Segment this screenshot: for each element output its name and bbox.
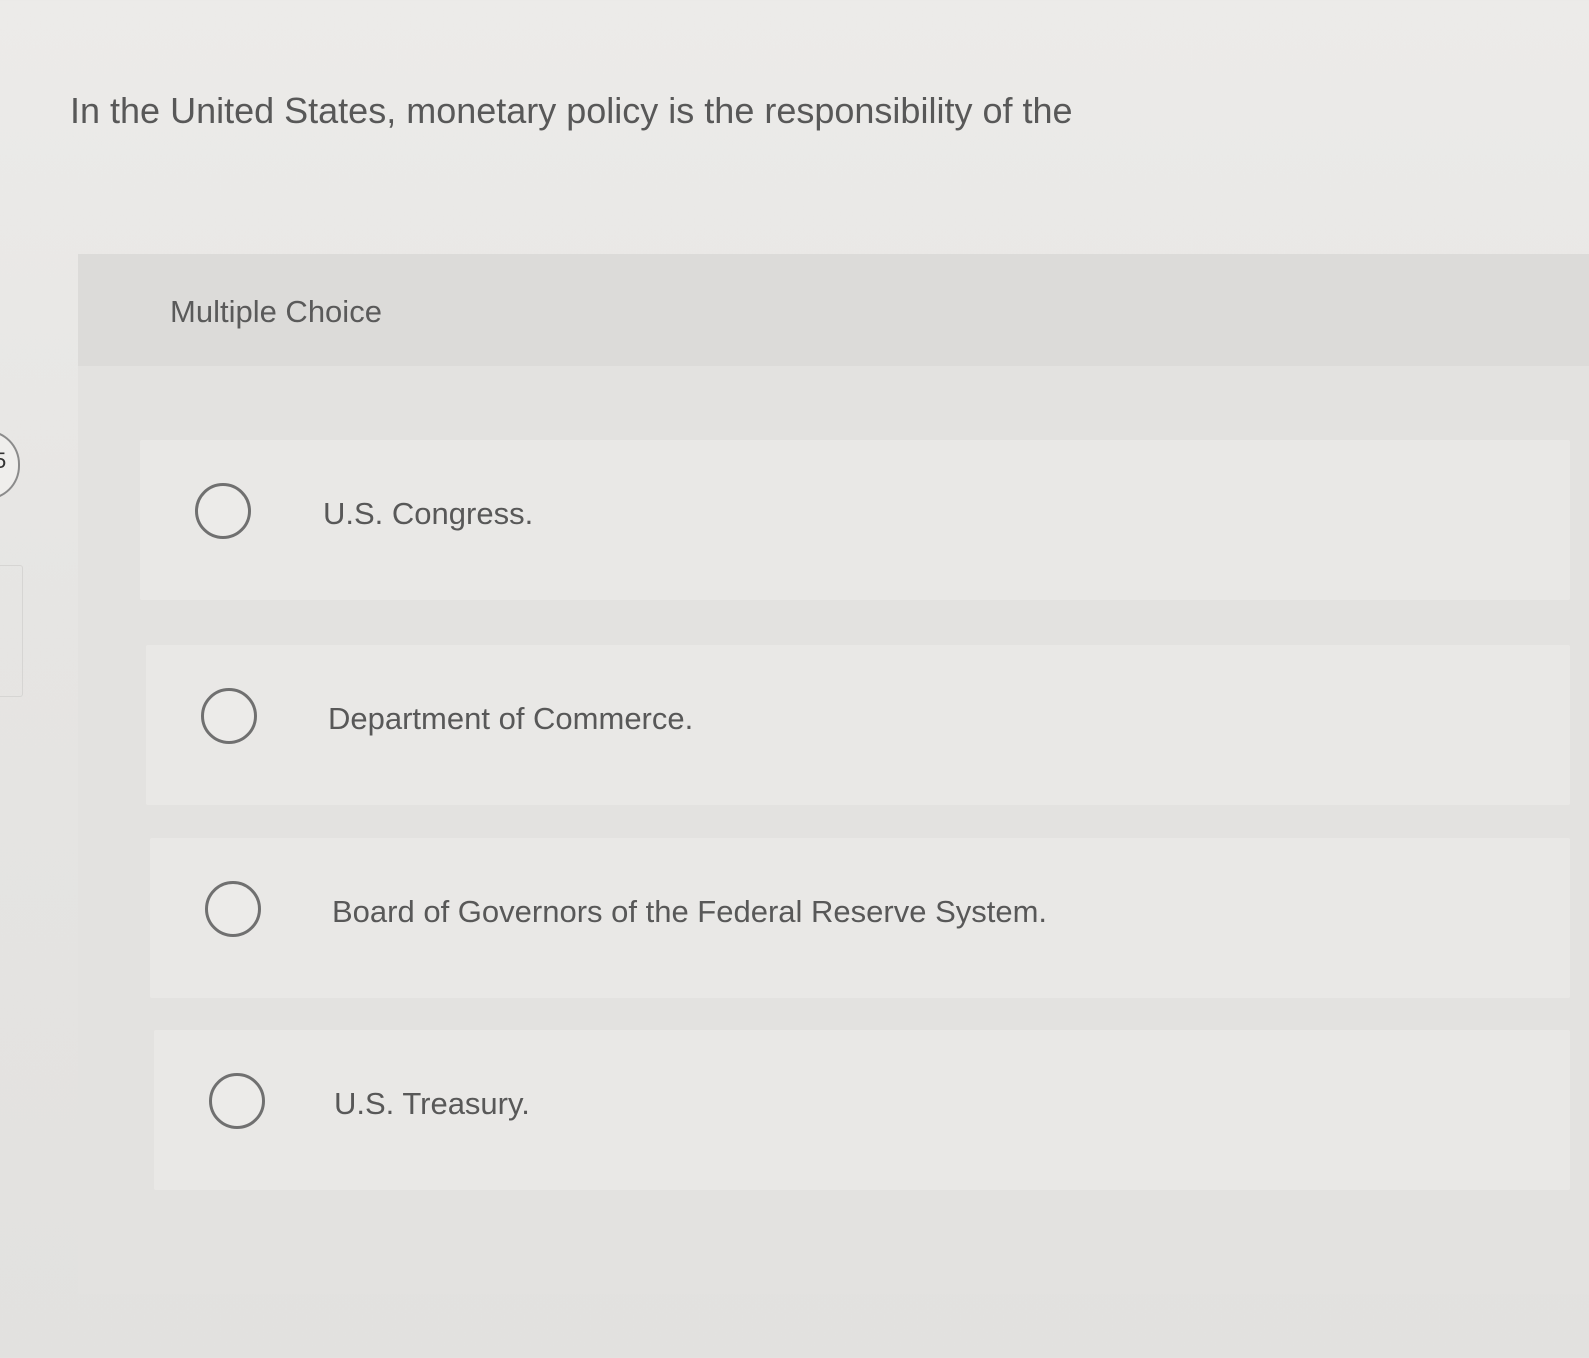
question-number-badge: 5: [0, 448, 7, 473]
radio-button[interactable]: [209, 1073, 265, 1129]
choice-label[interactable]: Department of Commerce.: [328, 701, 693, 737]
choice-label[interactable]: Board of Governors of the Federal Reserv…: [332, 894, 1047, 930]
choice-option-2[interactable]: Department of Commerce.: [146, 645, 1570, 805]
question-text: In the United States, monetary policy is…: [70, 90, 1073, 131]
radio-button[interactable]: [205, 881, 261, 937]
question-type-label: Multiple Choice: [170, 294, 382, 329]
radio-button[interactable]: [201, 688, 257, 744]
choice-option-1[interactable]: U.S. Congress.: [140, 440, 1570, 600]
panel-header: Multiple Choice: [78, 254, 1589, 366]
choice-label[interactable]: U.S. Congress.: [323, 496, 533, 532]
radio-button[interactable]: [195, 483, 251, 539]
choice-label[interactable]: U.S. Treasury.: [334, 1086, 530, 1122]
choice-option-3[interactable]: Board of Governors of the Federal Reserv…: [150, 838, 1570, 998]
side-nav-box: [0, 565, 23, 697]
choice-option-4[interactable]: U.S. Treasury.: [154, 1030, 1570, 1190]
